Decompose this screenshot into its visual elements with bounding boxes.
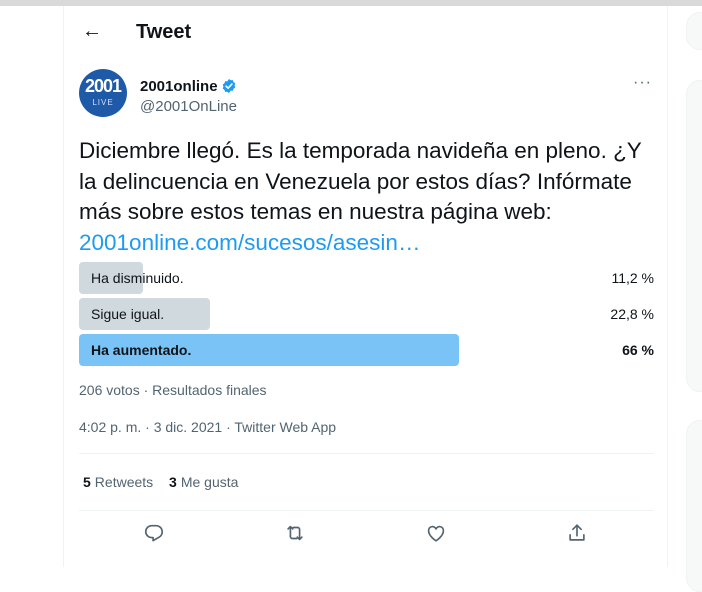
more-options-icon[interactable]: ··· <box>633 74 652 92</box>
avatar-logo-subtext: LIVE <box>92 98 114 107</box>
column-border-right <box>667 6 668 567</box>
poll-option: Ha aumentado. 66 % <box>79 334 654 366</box>
retweet-icon[interactable] <box>284 522 306 544</box>
poll-option-percent: 11,2 % <box>611 270 654 286</box>
reply-icon[interactable] <box>143 522 165 544</box>
likes-label: Me gusta <box>180 474 239 490</box>
divider <box>79 510 654 511</box>
poll-option: Sigue igual. 22,8 % <box>79 298 654 330</box>
avatar-logo-text: 2001 <box>84 76 122 96</box>
sidebar-card-edge-lower <box>686 420 702 592</box>
author-handle[interactable]: @2001OnLine <box>140 98 237 115</box>
poll-option-percent: 22,8 % <box>610 306 654 322</box>
sidebar-search-edge[interactable] <box>686 12 702 50</box>
retweets-label: Retweets <box>94 474 154 490</box>
poll-meta: 206 votos · Resultados finales <box>79 382 267 398</box>
tweet-stats: 5 Retweets 3 Me gusta <box>83 474 250 490</box>
divider <box>79 453 654 454</box>
tweet-timestamp[interactable]: 4:02 p. m. · 3 dic. 2021 · Twitter Web A… <box>79 419 336 435</box>
back-arrow-icon[interactable]: ← <box>82 20 102 42</box>
likes-stat[interactable]: 3 Me gusta <box>169 474 238 490</box>
tweet-body: Diciembre llegó. Es la temporada navideñ… <box>79 138 642 224</box>
poll-option-label: Ha disminuido. <box>91 270 184 286</box>
share-icon[interactable] <box>566 522 588 544</box>
like-icon[interactable] <box>425 522 447 544</box>
retweets-count: 5 <box>83 474 91 490</box>
page-title: Tweet <box>136 21 192 43</box>
author-name[interactable]: 2001online <box>140 78 218 95</box>
avatar[interactable]: 2001 LIVE <box>79 69 127 117</box>
tweet-link[interactable]: 2001online.com/sucesos/asesin… <box>79 230 420 255</box>
verified-badge-icon <box>222 79 236 93</box>
poll-option-label: Ha aumentado. <box>91 342 192 358</box>
poll-option-percent: 66 % <box>622 342 654 358</box>
retweets-stat[interactable]: 5 Retweets <box>83 474 153 490</box>
column-border-left <box>63 6 64 567</box>
sidebar-card-edge <box>686 80 702 392</box>
poll-option: Ha disminuido. 11,2 % <box>79 262 654 294</box>
poll-option-label: Sigue igual. <box>91 306 165 322</box>
likes-count: 3 <box>169 474 177 490</box>
tweet-text: Diciembre llegó. Es la temporada navideñ… <box>79 136 661 258</box>
page-header: ← Tweet <box>64 6 667 58</box>
